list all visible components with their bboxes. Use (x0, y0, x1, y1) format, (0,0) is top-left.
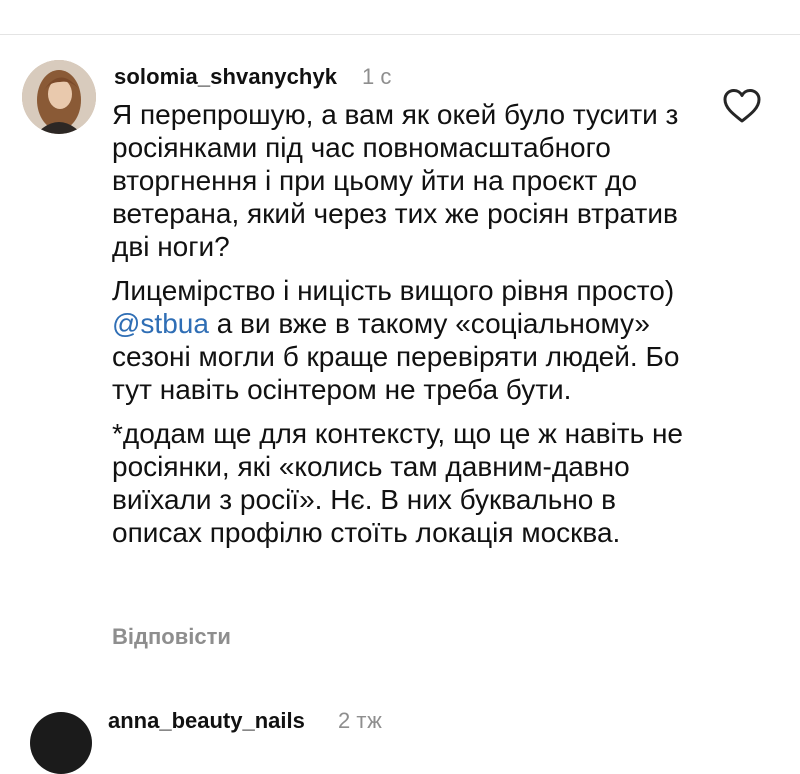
comment-paragraph: Лицемірство і ницість вищого рівня прост… (112, 274, 712, 406)
comment-paragraph: *додам ще для контексту, що це ж навіть … (112, 418, 683, 548)
avatar[interactable] (30, 712, 92, 774)
divider (0, 34, 800, 35)
reply-button[interactable]: Відповісти (112, 624, 231, 650)
timestamp: 1 с (362, 64, 392, 89)
mention-link[interactable]: @stbua (112, 308, 209, 339)
heart-outline-icon[interactable] (722, 88, 762, 124)
timestamp: 2 тж (338, 708, 382, 733)
comment-text: Я перепрошую, а вам як окей було тусити … (112, 98, 712, 560)
next-comment: anna_beauty_nails 2 тж (0, 700, 800, 774)
username[interactable]: solomia_shvanychyk (114, 64, 337, 90)
comment-paragraph: Я перепрошую, а вам як окей було тусити … (112, 99, 679, 262)
avatar-image (22, 60, 96, 134)
comment-text-fragment: Лицемірство і ницість вищого рівня прост… (112, 275, 675, 306)
username[interactable]: anna_beauty_nails (108, 708, 305, 734)
comment: solomia_shvanychyk 1 с Я перепрошую, а в… (0, 0, 800, 719)
avatar[interactable] (22, 60, 96, 134)
